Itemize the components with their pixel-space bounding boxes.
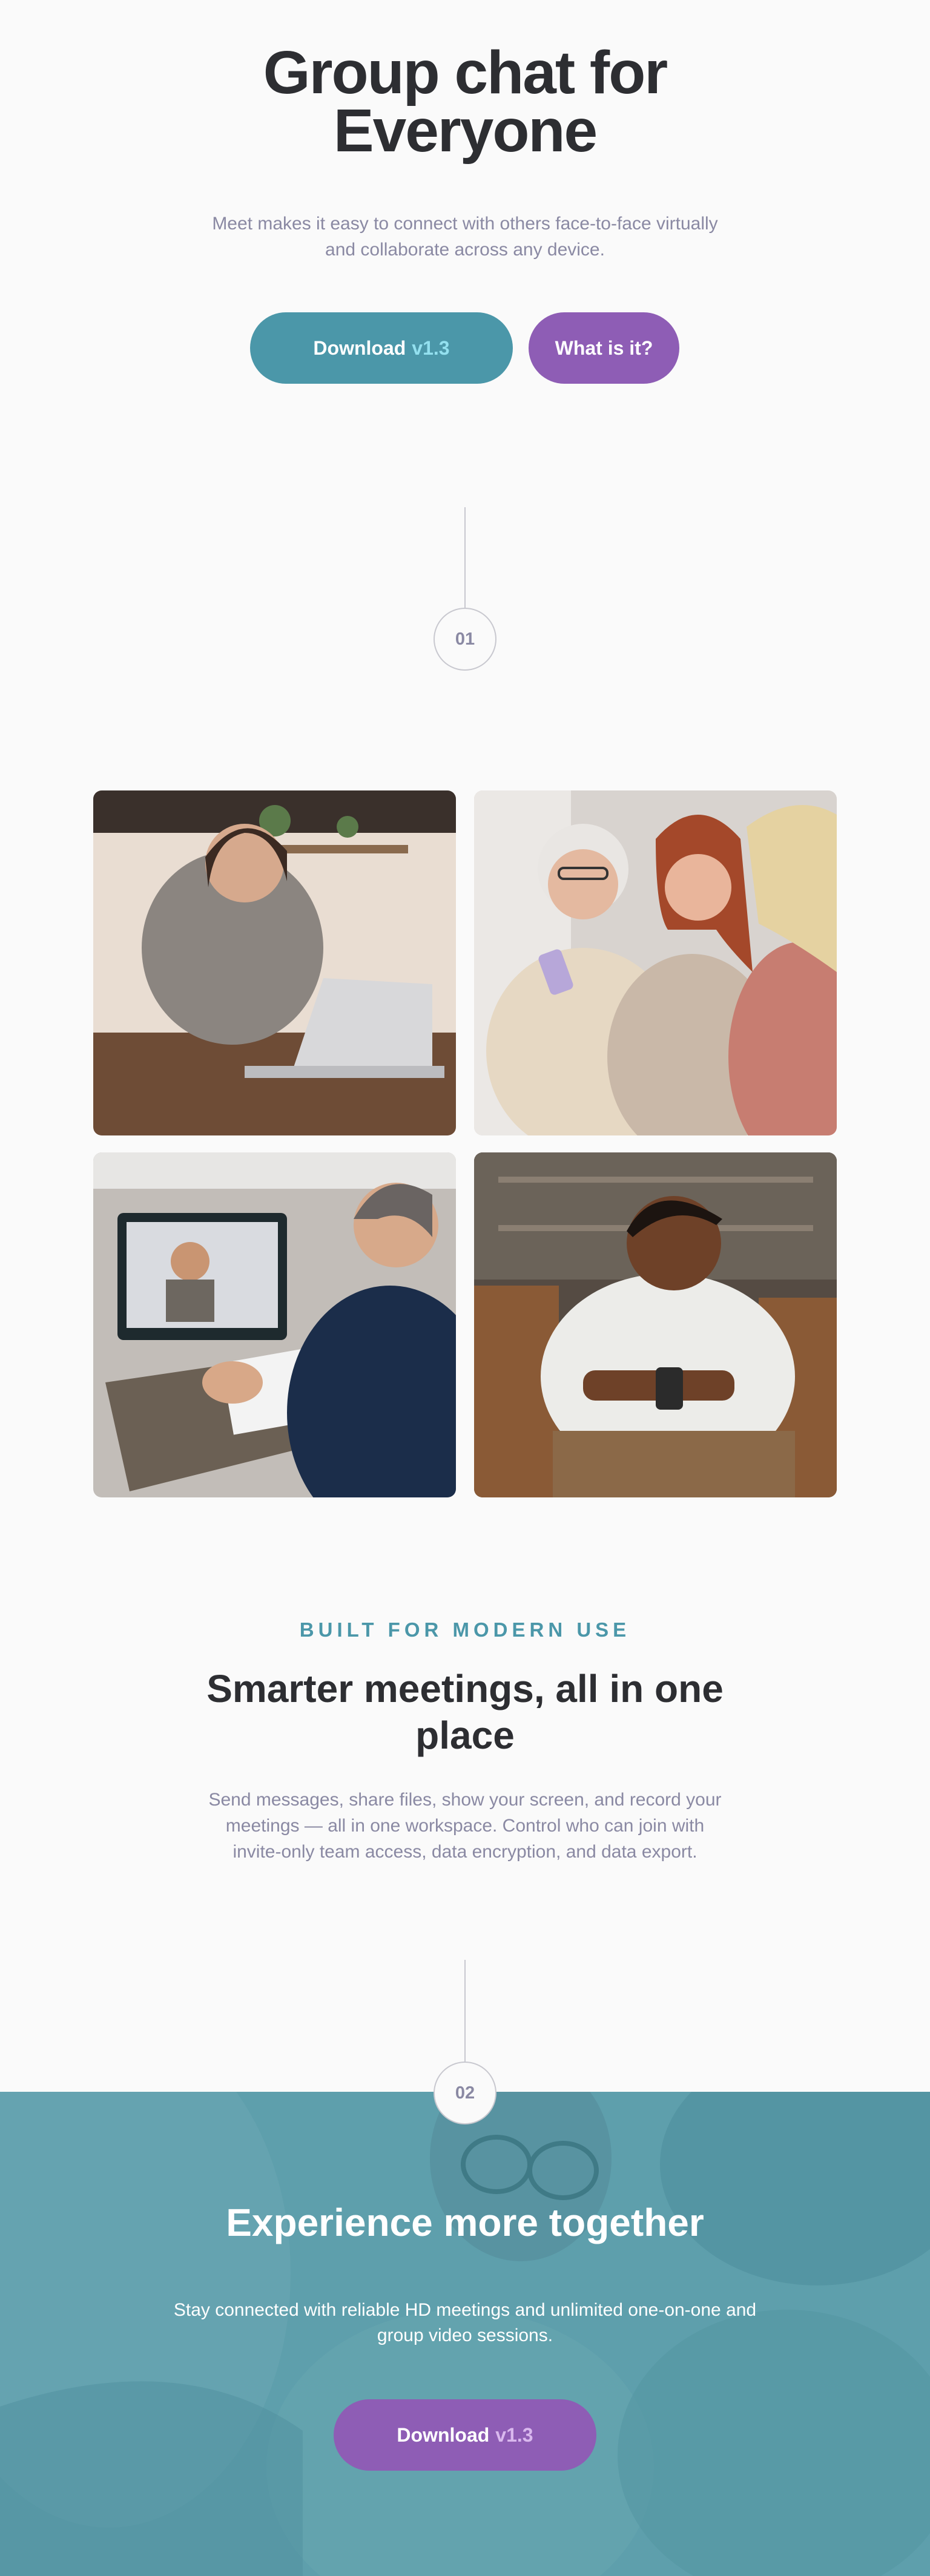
cta-download-label: Download	[397, 2423, 490, 2446]
step-connector-line-2	[464, 1960, 466, 2065]
cta-download-button[interactable]: Download v1.3	[334, 2399, 596, 2471]
video-call-photo	[93, 1152, 456, 1497]
cta-title: Experience more together	[226, 2201, 704, 2244]
download-button-label: Download	[313, 337, 406, 359]
woman-laptop-photo	[93, 790, 456, 1135]
features-body-line1: Send messages, share files, show your sc…	[208, 1790, 722, 1810]
cta-download-version: v1.3	[495, 2423, 533, 2446]
step-marker-02: 02	[434, 2062, 496, 2124]
hero-subtitle: Meet makes it easy to connect with other…	[0, 211, 930, 263]
download-button[interactable]: Download v1.3	[250, 312, 513, 384]
features-body: Send messages, share files, show your sc…	[0, 1787, 930, 1865]
hero-subtitle-line2: and collaborate across any device.	[325, 240, 605, 260]
cta-body: Stay connected with reliable HD meetings…	[0, 2298, 930, 2348]
features-body-line2: meetings — all in one workspace. Control…	[225, 1816, 705, 1836]
cta-body-line1: Stay connected with reliable HD meetings…	[173, 2300, 757, 2320]
man-phone-photo	[474, 1152, 837, 1497]
what-is-it-button[interactable]: What is it?	[529, 312, 679, 384]
what-is-it-label: What is it?	[555, 337, 653, 359]
features-body-line3: invite-only team access, data encryption…	[232, 1842, 698, 1862]
hero-subtitle-line1: Meet makes it easy to connect with other…	[212, 214, 718, 234]
hero-title-line1: Group chat for	[263, 39, 668, 107]
features-title-line1: Smarter meetings, all in one	[206, 1667, 724, 1710]
step-number-2: 02	[455, 2083, 475, 2103]
step-connector-line	[464, 507, 466, 610]
step-number: 01	[455, 629, 475, 649]
features-title: Smarter meetings, all in one place	[0, 1666, 930, 1759]
download-button-version: v1.3	[412, 337, 450, 359]
step-marker-01: 01	[434, 608, 496, 671]
features-eyebrow: BUILT FOR MODERN USE	[299, 1618, 631, 1641]
features-title-line2: place	[415, 1714, 515, 1757]
hero-title: Group chat for Everyone	[0, 39, 930, 165]
women-phone-photo	[474, 790, 837, 1135]
hero-title-line2: Everyone	[333, 97, 598, 165]
cta-body-line2: group video sessions.	[377, 2325, 553, 2345]
